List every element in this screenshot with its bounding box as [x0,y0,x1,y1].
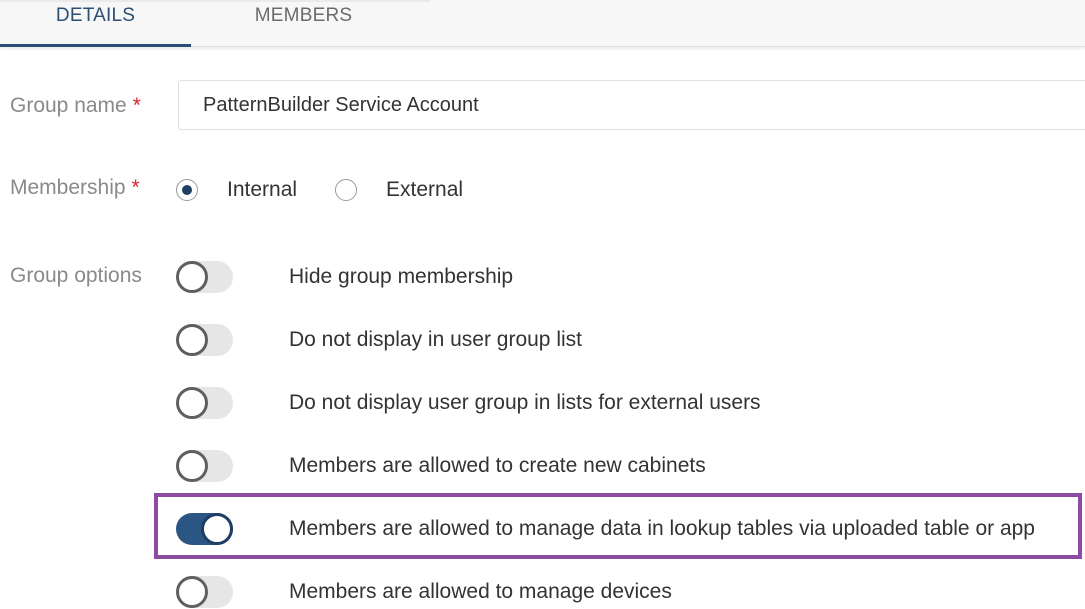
membership-label: Membership * [10,176,140,200]
option-hide-group-membership: Hide group membership [176,260,513,294]
toggle-manage-devices[interactable] [176,576,233,608]
radio-internal-label: Internal [227,178,298,201]
radio-internal[interactable] [176,179,198,201]
toggle-hide-for-external-users[interactable] [176,387,233,419]
toggle-not-in-user-group-list[interactable] [176,324,233,356]
toggle-knob [176,324,208,356]
toggle-create-cabinets[interactable] [176,450,233,482]
toggle-knob [176,261,208,293]
toggle-knob [176,450,208,482]
option-manage-lookup-tables: Members are allowed to manage data in lo… [176,512,1035,546]
toggle-hide-group-membership[interactable] [176,261,233,293]
group-name-input[interactable]: PatternBuilder Service Account [178,80,1085,130]
group-options-label: Group options [10,264,142,287]
tab-members[interactable]: MEMBERS [211,0,396,44]
group-name-label-text: Group name [10,94,127,117]
tab-details[interactable]: DETAILS [0,0,191,47]
required-marker: * [131,176,140,199]
required-marker: * [132,94,141,117]
membership-internal-option[interactable]: Internal [176,176,297,204]
option-create-cabinets: Members are allowed to create new cabine… [176,449,706,483]
option-label: Members are allowed to create new cabine… [289,454,706,477]
group-name-label: Group name * [10,94,141,118]
option-manage-devices: Members are allowed to manage devices [176,575,672,609]
option-hide-for-external-users: Do not display user group in lists for e… [176,386,761,420]
membership-external-option[interactable]: External [335,176,463,204]
option-label: Members are allowed to manage devices [289,580,672,603]
option-label: Members are allowed to manage data in lo… [289,517,1035,540]
radio-external[interactable] [335,179,357,201]
tab-bar: DETAILS MEMBERS [0,0,1085,47]
option-label: Hide group membership [289,265,514,288]
option-label: Do not display in user group list [289,328,582,351]
toggle-knob [201,513,233,545]
toggle-knob [176,387,208,419]
toggle-manage-lookup-tables[interactable] [176,513,233,545]
radio-external-label: External [386,178,464,201]
option-label: Do not display user group in lists for e… [289,391,761,414]
option-not-in-user-group-list: Do not display in user group list [176,323,582,357]
toggle-knob [176,576,208,608]
membership-label-text: Membership [10,176,126,199]
